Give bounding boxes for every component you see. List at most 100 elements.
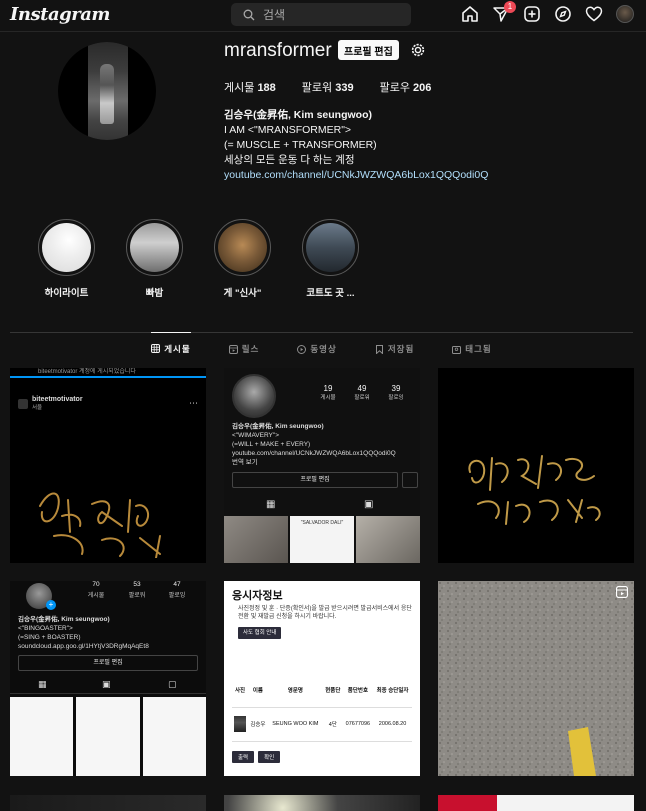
tab-label: 릴스: [241, 344, 260, 354]
settings-gear-icon[interactable]: [410, 42, 426, 58]
bio-full-name: 김승우(金昇佑, Kim seungwoo): [224, 109, 372, 121]
highlight-label: 하이라이트: [44, 288, 89, 299]
post-thumbnail[interactable]: [438, 795, 634, 811]
stat-posts: 19 게시물: [320, 384, 336, 401]
applicant-info-desc: 사진정정 및 훈 · 단증(확인서)을 발급 받으시려면 발급서비스에서 응단전…: [238, 606, 412, 620]
asphalt-photo: [438, 581, 634, 776]
post-thumbnail[interactable]: + 70 게시물 53 팔로워 47 팔로잉 김승우(金昇佑, Kim seungwo…: [10, 581, 206, 776]
account-name: biteetmotivator: [32, 396, 83, 403]
bio-link[interactable]: youtube.com/channel/UCNkJWZWQA6bLox1QQQo…: [224, 168, 488, 183]
activity-heart-icon[interactable]: [585, 5, 603, 23]
applicant-photo: [234, 716, 247, 732]
tab-label: 태그됨: [465, 344, 492, 354]
bio-line: I AM <"MRANSFORMER">: [224, 124, 352, 136]
nav-icons: 1: [461, 1, 634, 23]
tab-label: 게시물: [164, 343, 191, 354]
edit-profile-button[interactable]: 프로필 편집: [338, 40, 399, 60]
avatar: [232, 374, 276, 418]
tagged-person-icon: [452, 345, 462, 354]
posts-grid: biteetmotivator 계정에 게시되었습니다 biteetmotiva…: [10, 368, 634, 776]
tab-label: 동영상: [310, 344, 337, 354]
instagram-logo[interactable]: Instagram: [10, 4, 110, 25]
grid-icon: [151, 344, 161, 353]
edit-profile-button-image: 프로필 편집: [18, 655, 198, 671]
new-post-icon[interactable]: [523, 5, 541, 23]
form-buttons: 출력 확인: [232, 751, 281, 763]
profile-tabs: 게시물 릴스 동영상 저장됨 태그됨: [10, 332, 633, 365]
gold-signature-image: [39, 492, 161, 558]
highlight-item[interactable]: 코트도 곳 ...: [302, 219, 359, 299]
profile-username: mransformer: [224, 40, 332, 61]
tab-videos[interactable]: 동영상: [297, 333, 336, 365]
reels-icon: ▣: [102, 679, 111, 689]
post-account-row: biteetmotivator 서울 ⋯: [10, 378, 206, 411]
post-thumbnail[interactable]: 19 게시물 49 팔로워 39 팔로잉 김승우(金昇佑, Kim seungwoo)…: [224, 368, 420, 563]
tagged-icon: ▢: [168, 679, 177, 689]
followers-stat[interactable]: 팔로워 339: [302, 79, 354, 95]
table-header-row: 사진 이름 영문명 현품단 품단번호 최종 승단일자: [232, 673, 412, 708]
highlight-item[interactable]: 게 "신사": [214, 219, 271, 299]
post-thumbnail[interactable]: biteetmotivator 계정에 게시되었습니다 biteetmotiva…: [10, 368, 206, 563]
play-circle-icon: [297, 344, 307, 354]
tab-saved[interactable]: 저장됨: [375, 333, 414, 365]
highlight-item[interactable]: 빠밤: [126, 219, 183, 299]
highlight-thumbnail: [42, 223, 91, 272]
notification-badge: 1: [504, 1, 516, 13]
divider: [10, 693, 206, 694]
profile-stats: 게시물 188 팔로워 339 팔로우 206: [224, 79, 431, 95]
post-bio: 김승우(金昇佑, Kim seungwoo) <"WIMAVERY"> (=WI…: [232, 423, 396, 466]
avatar: [18, 398, 28, 409]
add-story-icon: +: [46, 600, 56, 610]
reels-icon: [228, 344, 238, 354]
post-thumbnail[interactable]: [224, 795, 420, 811]
post-thumbnail[interactable]: 응시자정보 사진정정 및 훈 · 단증(확인서)을 발급 받으시려면 발급서비스…: [224, 581, 420, 776]
search-input[interactable]: [263, 7, 403, 22]
profile-bio: 김승우(金昇佑, Kim seungwoo) I AM <"MRANSFORME…: [224, 108, 488, 183]
highlight-thumbnail: [306, 223, 355, 272]
stat-followers: 49 팔로워: [354, 384, 370, 401]
profile-picture[interactable]: [58, 42, 156, 140]
explore-compass-icon[interactable]: [554, 5, 572, 23]
post-thumbnail[interactable]: [438, 581, 634, 776]
highlight-label: 코트도 곳 ...: [306, 288, 355, 299]
grid-icon: ▦: [38, 679, 47, 689]
direct-message-icon[interactable]: 1: [492, 1, 516, 23]
highlight-item[interactable]: 하이라이트: [38, 219, 95, 299]
home-icon[interactable]: [461, 5, 479, 23]
stat-followers: 53 팔로워: [128, 581, 146, 599]
grid-icon: ▦: [266, 499, 276, 510]
following-stat[interactable]: 팔로우 206: [380, 79, 432, 95]
posts-stat: 게시물 188: [224, 82, 276, 94]
edit-profile-button-image: 프로필 편집: [232, 472, 398, 488]
story-highlights: 하이라이트 빠밤 게 "신사" 코트도 곳 ...: [38, 219, 359, 299]
post-preview-thumbs: "SALVADOR DALI": [224, 516, 420, 563]
gold-handwriting-image: [468, 455, 601, 525]
stat-following: 39 팔로잉: [388, 384, 404, 401]
tab-reels[interactable]: 릴스: [228, 333, 260, 365]
post-thumbnail[interactable]: [438, 368, 634, 563]
highlight-thumbnail: [218, 223, 267, 272]
tab-posts[interactable]: 게시물: [151, 332, 191, 364]
applicant-table: 사진 이름 영문명 현품단 품단번호 최종 승단일자 김승우 SEUNG WOO…: [232, 673, 412, 742]
highlight-thumbnail: [130, 223, 179, 272]
top-nav-bar: Instagram 1: [0, 0, 646, 32]
stat-posts: 70 게시물: [87, 581, 105, 599]
tagged-icon: ▣: [364, 499, 374, 510]
stat-following: 47 팔로잉: [168, 581, 186, 599]
post-bio: 김승우(金昇佑, Kim seungwoo) <"BINGOASTER"> (=…: [18, 616, 149, 650]
bookmark-icon: [375, 344, 383, 354]
bio-line: 세상의 모든 운동 다 하는 계정: [224, 154, 355, 166]
search-icon: [243, 9, 255, 20]
table-row: 김승우 SEUNG WOO KIM 4단 07677096 2006.08.20: [232, 707, 412, 742]
highlight-label: 빠밤: [145, 288, 164, 299]
document-thumbs: [10, 697, 206, 776]
profile-avatar-nav[interactable]: [616, 5, 634, 23]
post-thumbnail[interactable]: [10, 795, 206, 811]
tab-tagged[interactable]: 태그됨: [452, 333, 491, 365]
tab-label: 저장됨: [387, 344, 415, 354]
guide-button-image: 사도 협회 안내: [238, 627, 282, 639]
post-header-text: biteetmotivator 계정에 게시되었습니다: [38, 369, 136, 375]
search-box[interactable]: [231, 3, 411, 26]
reels-icon: [616, 586, 628, 598]
bio-line: (= MUSCLE + TRANSFORMER): [224, 139, 377, 151]
